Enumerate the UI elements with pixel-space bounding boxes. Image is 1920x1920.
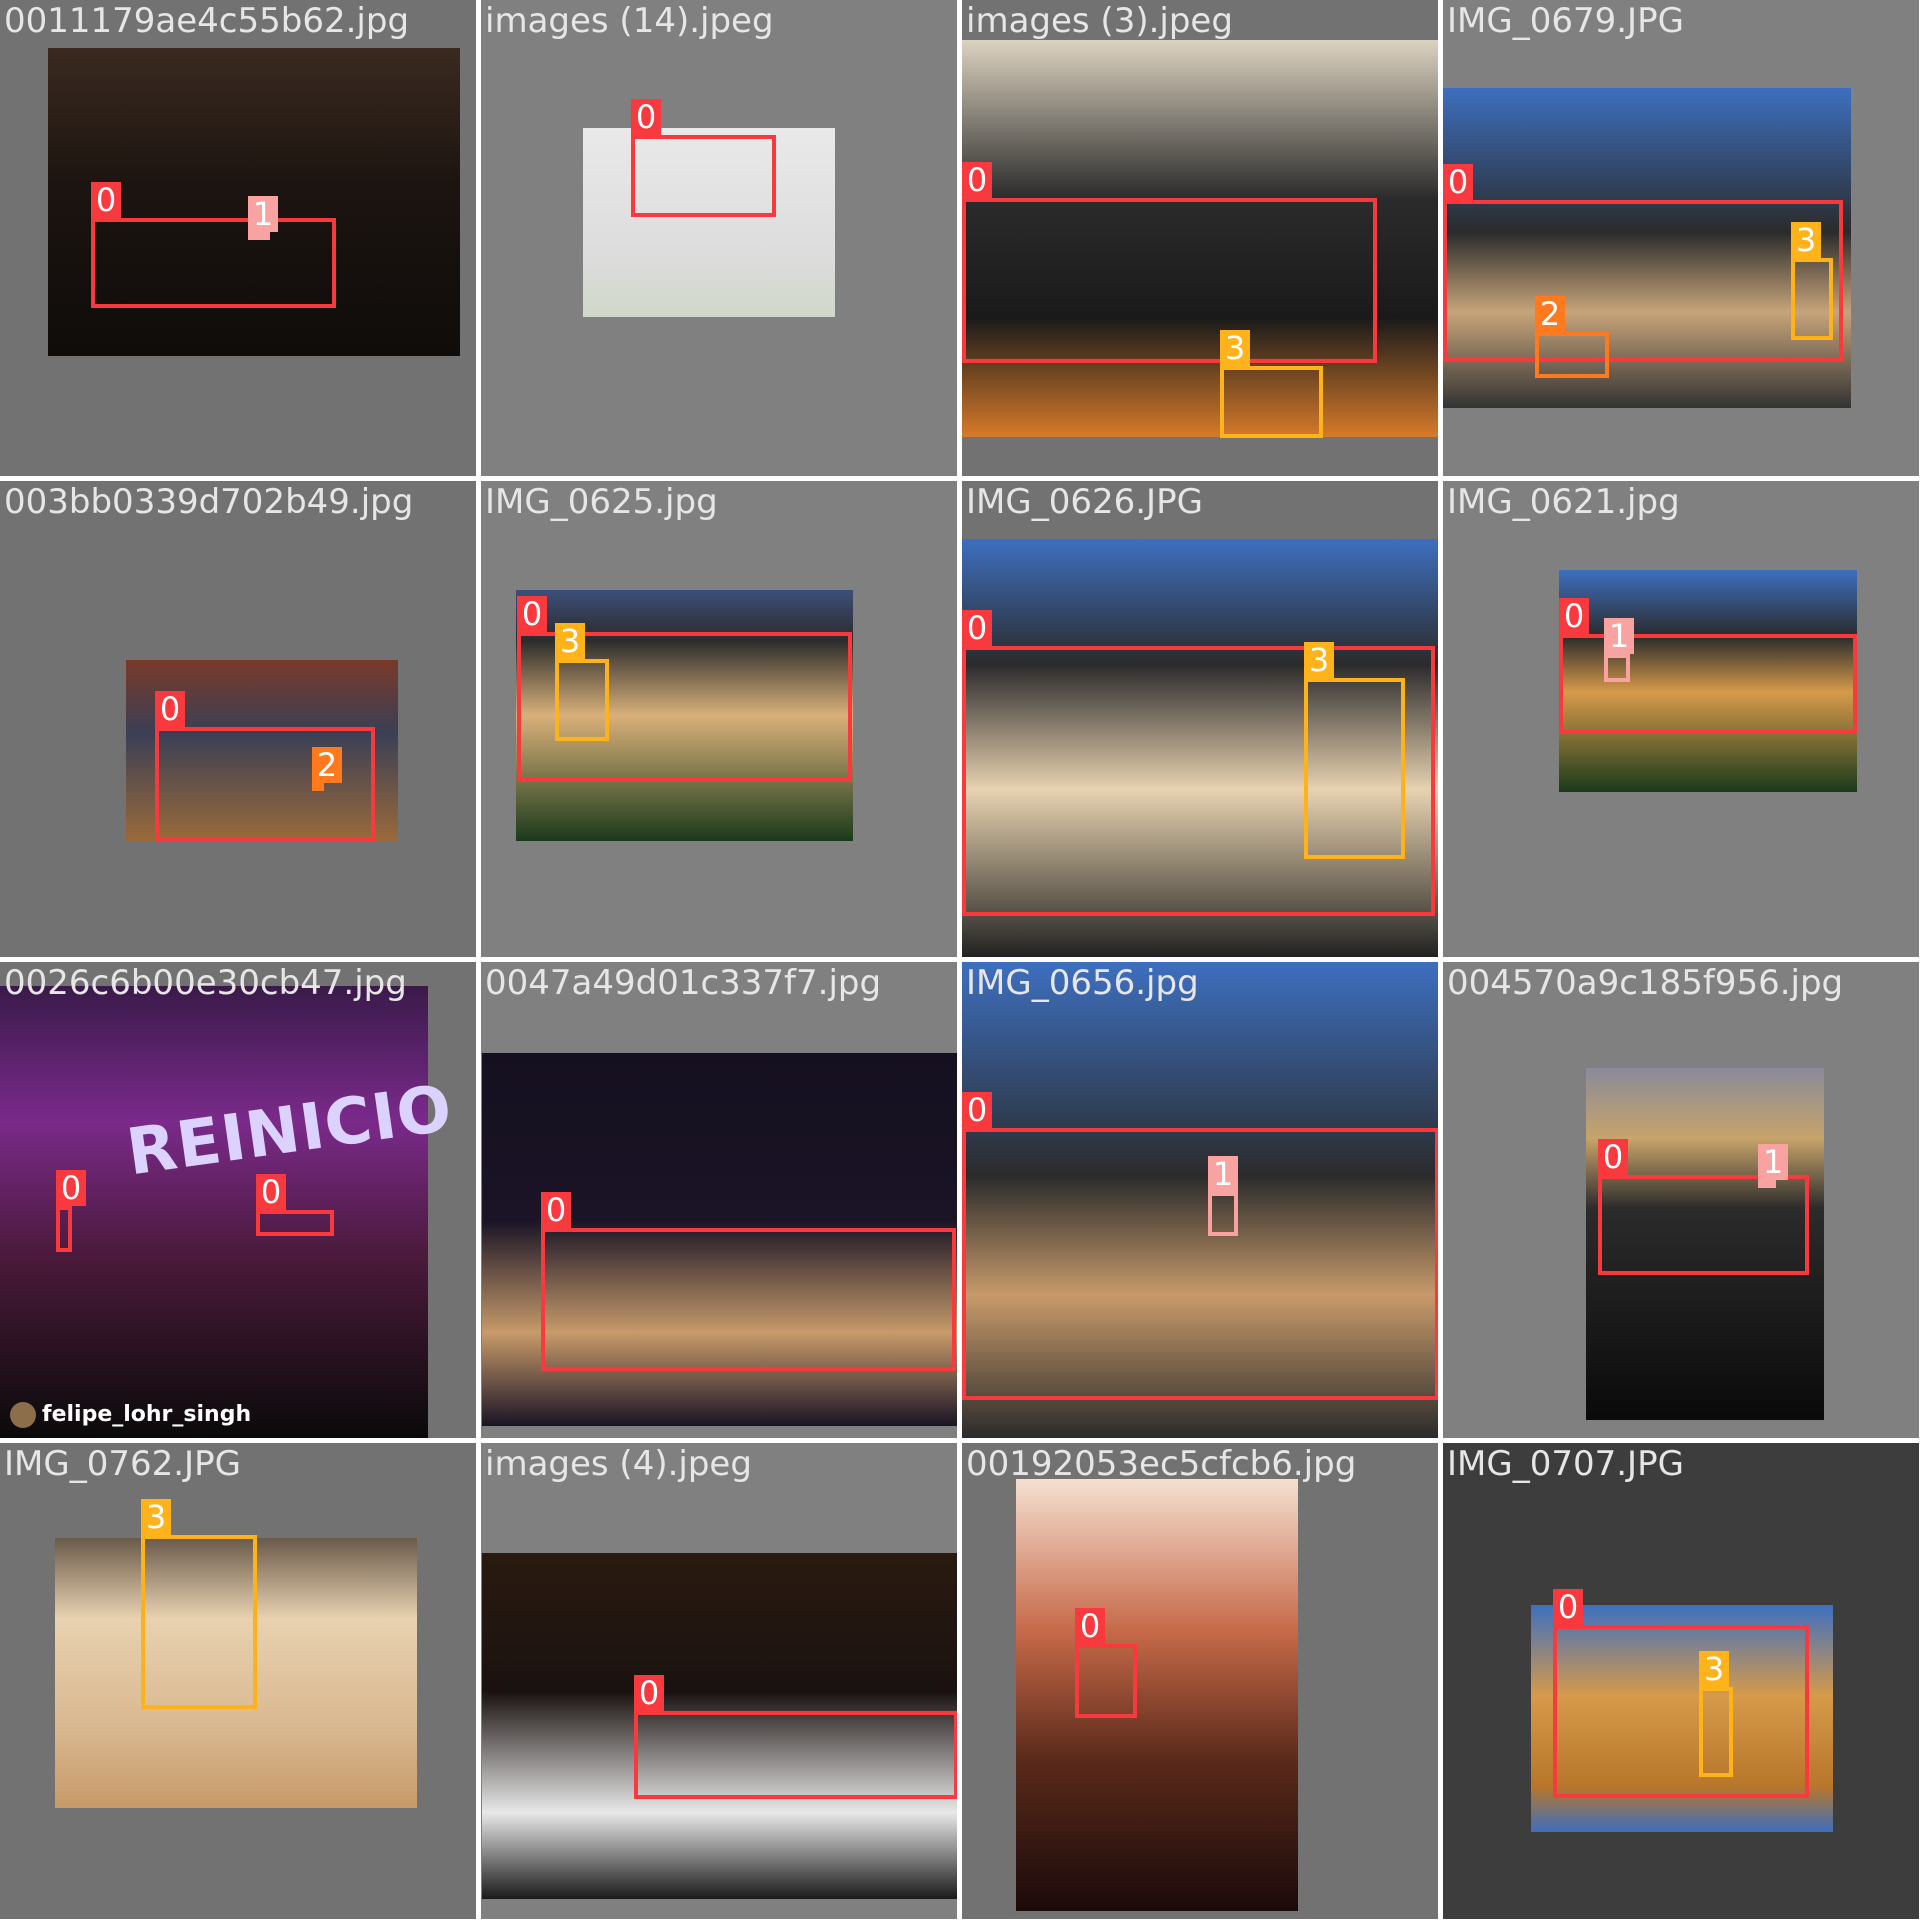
class-label: 3 [1220, 330, 1250, 366]
grid-tile: 3 IMG_0762.JPG [0, 1443, 476, 1919]
class-label: 1 [1604, 618, 1634, 654]
filename-label: 00192053ec5cfcb6.jpg [966, 1444, 1357, 1484]
detection-box: 3 [1220, 330, 1323, 438]
filename-label: IMG_0679.JPG [1447, 1, 1684, 41]
grid-tile: 0 00192053ec5cfcb6.jpg [962, 1443, 1438, 1919]
class-label: 0 [1553, 1589, 1583, 1625]
filename-label: IMG_0626.JPG [966, 482, 1203, 522]
detection-box: 1 [1758, 1144, 1788, 1188]
class-label: 0 [631, 99, 661, 135]
grid-tile: 0 3 2 IMG_0679.JPG [1443, 0, 1919, 476]
class-label: 2 [312, 747, 342, 783]
filename-label: 003bb0339d702b49.jpg [4, 482, 414, 522]
grid-tile: 0 3 IMG_0626.JPG [962, 481, 1438, 957]
grid-tile: 0 3 IMG_0707.JPG [1443, 1443, 1919, 1919]
detection-box: 0 [631, 99, 776, 217]
grid-tile: 0 images (4).jpeg [481, 1443, 957, 1919]
class-label: 0 [256, 1174, 286, 1210]
class-label: 0 [155, 691, 185, 727]
class-label: 0 [1075, 1608, 1105, 1644]
detection-box: 0 [1443, 164, 1843, 362]
grid-tile: 0 0047a49d01c337f7.jpg [481, 962, 957, 1438]
grid-tile: REINICIO 0 0 felipe_lohr_singh 0026c6b00… [0, 962, 476, 1438]
avatar-icon [10, 1402, 36, 1428]
detection-box: 3 [555, 623, 609, 741]
grid-tile: 0 1 IMG_0656.jpg [962, 962, 1438, 1438]
filename-label: 0047a49d01c337f7.jpg [485, 963, 882, 1003]
detection-box: 2 [312, 747, 342, 791]
class-label: 0 [91, 182, 121, 218]
class-label: 0 [962, 162, 992, 198]
class-label: 0 [517, 596, 547, 632]
detection-box: 0 [91, 182, 336, 308]
class-label: 1 [1208, 1156, 1238, 1192]
filename-label: IMG_0762.JPG [4, 1444, 241, 1484]
detection-box: 3 [1699, 1651, 1733, 1777]
class-label: 0 [962, 610, 992, 646]
class-label: 2 [1535, 296, 1565, 332]
detection-box: 0 [1553, 1589, 1809, 1798]
class-label: 3 [1791, 222, 1821, 258]
class-label: 3 [1304, 642, 1334, 678]
detection-box: 0 [962, 162, 1377, 363]
filename-label: 0011179ae4c55b62.jpg [4, 1, 410, 41]
filename-label: IMG_0707.JPG [1447, 1444, 1684, 1484]
watermark: felipe_lohr_singh [10, 1402, 251, 1428]
grid-tile: 0 images (14).jpeg [481, 0, 957, 476]
grid-tile: 0 3 IMG_0625.jpg [481, 481, 957, 957]
class-label: 3 [141, 1499, 171, 1535]
grid-tile: 0 2 003bb0339d702b49.jpg [0, 481, 476, 957]
detection-box: 1 [248, 196, 278, 240]
grid-tile: 0 1 0011179ae4c55b62.jpg [0, 0, 476, 476]
class-label: 0 [1443, 164, 1473, 200]
filename-label: IMG_0625.jpg [485, 482, 718, 522]
image-grid: 0 1 0011179ae4c55b62.jpg 0 images (14).j… [0, 0, 1920, 1920]
grid-tile: 0 1 IMG_0621.jpg [1443, 481, 1919, 957]
class-label: 0 [541, 1192, 571, 1228]
filename-label: IMG_0621.jpg [1447, 482, 1680, 522]
class-label: 0 [56, 1170, 86, 1206]
class-label: 3 [555, 623, 585, 659]
detection-box: 0 [155, 691, 375, 841]
detection-box: 0 [1075, 1608, 1137, 1718]
photo [1016, 1479, 1298, 1911]
filename-label: IMG_0656.jpg [966, 963, 1199, 1003]
detection-box: 1 [1208, 1156, 1238, 1236]
class-label: 0 [962, 1092, 992, 1128]
grid-tile: 0 3 images (3).jpeg [962, 0, 1438, 476]
class-label: 3 [1699, 1651, 1729, 1687]
filename-label: 0026c6b00e30cb47.jpg [4, 963, 407, 1003]
filename-label: images (14).jpeg [485, 1, 774, 41]
detection-box: 0 [962, 1092, 1438, 1400]
detection-box: 0 [256, 1174, 334, 1236]
detection-box: 0 [1598, 1139, 1809, 1275]
filename-label: images (3).jpeg [966, 1, 1233, 41]
filename-label: images (4).jpeg [485, 1444, 752, 1484]
filename-label: 004570a9c185f956.jpg [1447, 963, 1844, 1003]
detection-box: 3 [141, 1499, 257, 1709]
class-label: 1 [1758, 1144, 1788, 1180]
detection-box: 3 [1304, 642, 1405, 859]
watermark-text: felipe_lohr_singh [42, 1402, 252, 1427]
detection-box: 0 [634, 1675, 957, 1799]
detection-box: 3 [1791, 222, 1833, 340]
class-label: 0 [1559, 598, 1589, 634]
detection-box: 2 [1535, 296, 1609, 378]
detection-box: 1 [1604, 618, 1634, 682]
class-label: 0 [634, 1675, 664, 1711]
detection-box: 0 [541, 1192, 956, 1371]
class-label: 0 [1598, 1139, 1628, 1175]
class-label: 1 [248, 196, 278, 232]
detection-box: 0 [56, 1170, 86, 1252]
grid-tile: 0 1 004570a9c185f956.jpg [1443, 962, 1919, 1438]
